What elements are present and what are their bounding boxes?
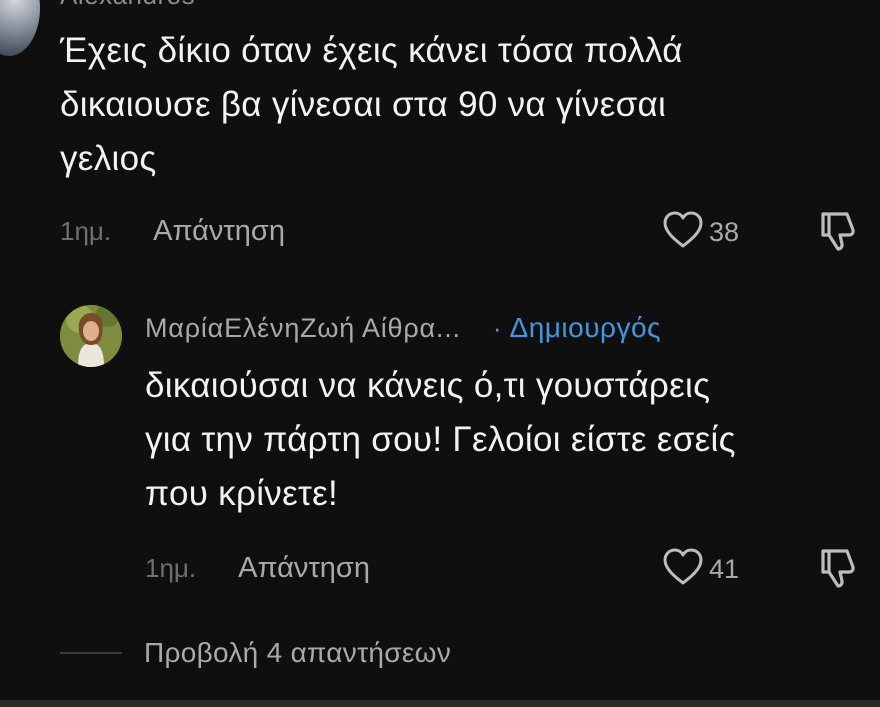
creator-badge: Δημιουργός (509, 312, 662, 343)
comment-time: 1ημ. (60, 215, 112, 246)
reply-reply-button[interactable]: Απάντηση (238, 552, 370, 585)
reply-time: 1ημ. (145, 552, 197, 583)
reply-meta: 1ημ. Απάντηση (145, 548, 370, 588)
separator-dot: · (492, 312, 502, 343)
creator-author-row: ΜαρίαΕλένηΖωή Αίθρα... · Δημιουργός (145, 308, 661, 348)
view-replies-label: Προβολή 4 απαντήσεων (144, 637, 452, 668)
reply-dislike-button[interactable] (815, 545, 861, 596)
comment-text: Έχεις δίκιο όταν έχεις κάνει τόσα πολλά … (60, 31, 683, 178)
reply-like-count: 41 (709, 554, 740, 584)
heart-icon (661, 210, 705, 255)
view-replies-button[interactable]: Προβολή 4 απαντήσεων (60, 633, 451, 673)
reply-text: δικαιούσαι να κάνεις ό,τι γουστάρεις για… (145, 366, 736, 513)
bottom-bar (0, 700, 880, 707)
dislike-button[interactable] (815, 208, 861, 259)
commenter-avatar[interactable] (0, 0, 40, 56)
thread-divider (60, 652, 122, 654)
reply-like-button[interactable]: 41 (661, 547, 739, 592)
heart-icon (661, 547, 705, 592)
like-button[interactable]: 38 (661, 210, 739, 255)
creator-avatar[interactable] (60, 305, 122, 367)
reply-button[interactable]: Απάντηση (153, 215, 285, 248)
like-count: 38 (709, 217, 740, 247)
thumbs-down-icon (815, 212, 861, 258)
creator-name[interactable]: ΜαρίαΕλένηΖωή Αίθρα... (145, 313, 461, 344)
commenter-name[interactable]: Alexandros (60, 0, 195, 11)
thumbs-down-icon (815, 549, 861, 595)
comment-meta: 1ημ. Απάντηση (60, 211, 285, 251)
